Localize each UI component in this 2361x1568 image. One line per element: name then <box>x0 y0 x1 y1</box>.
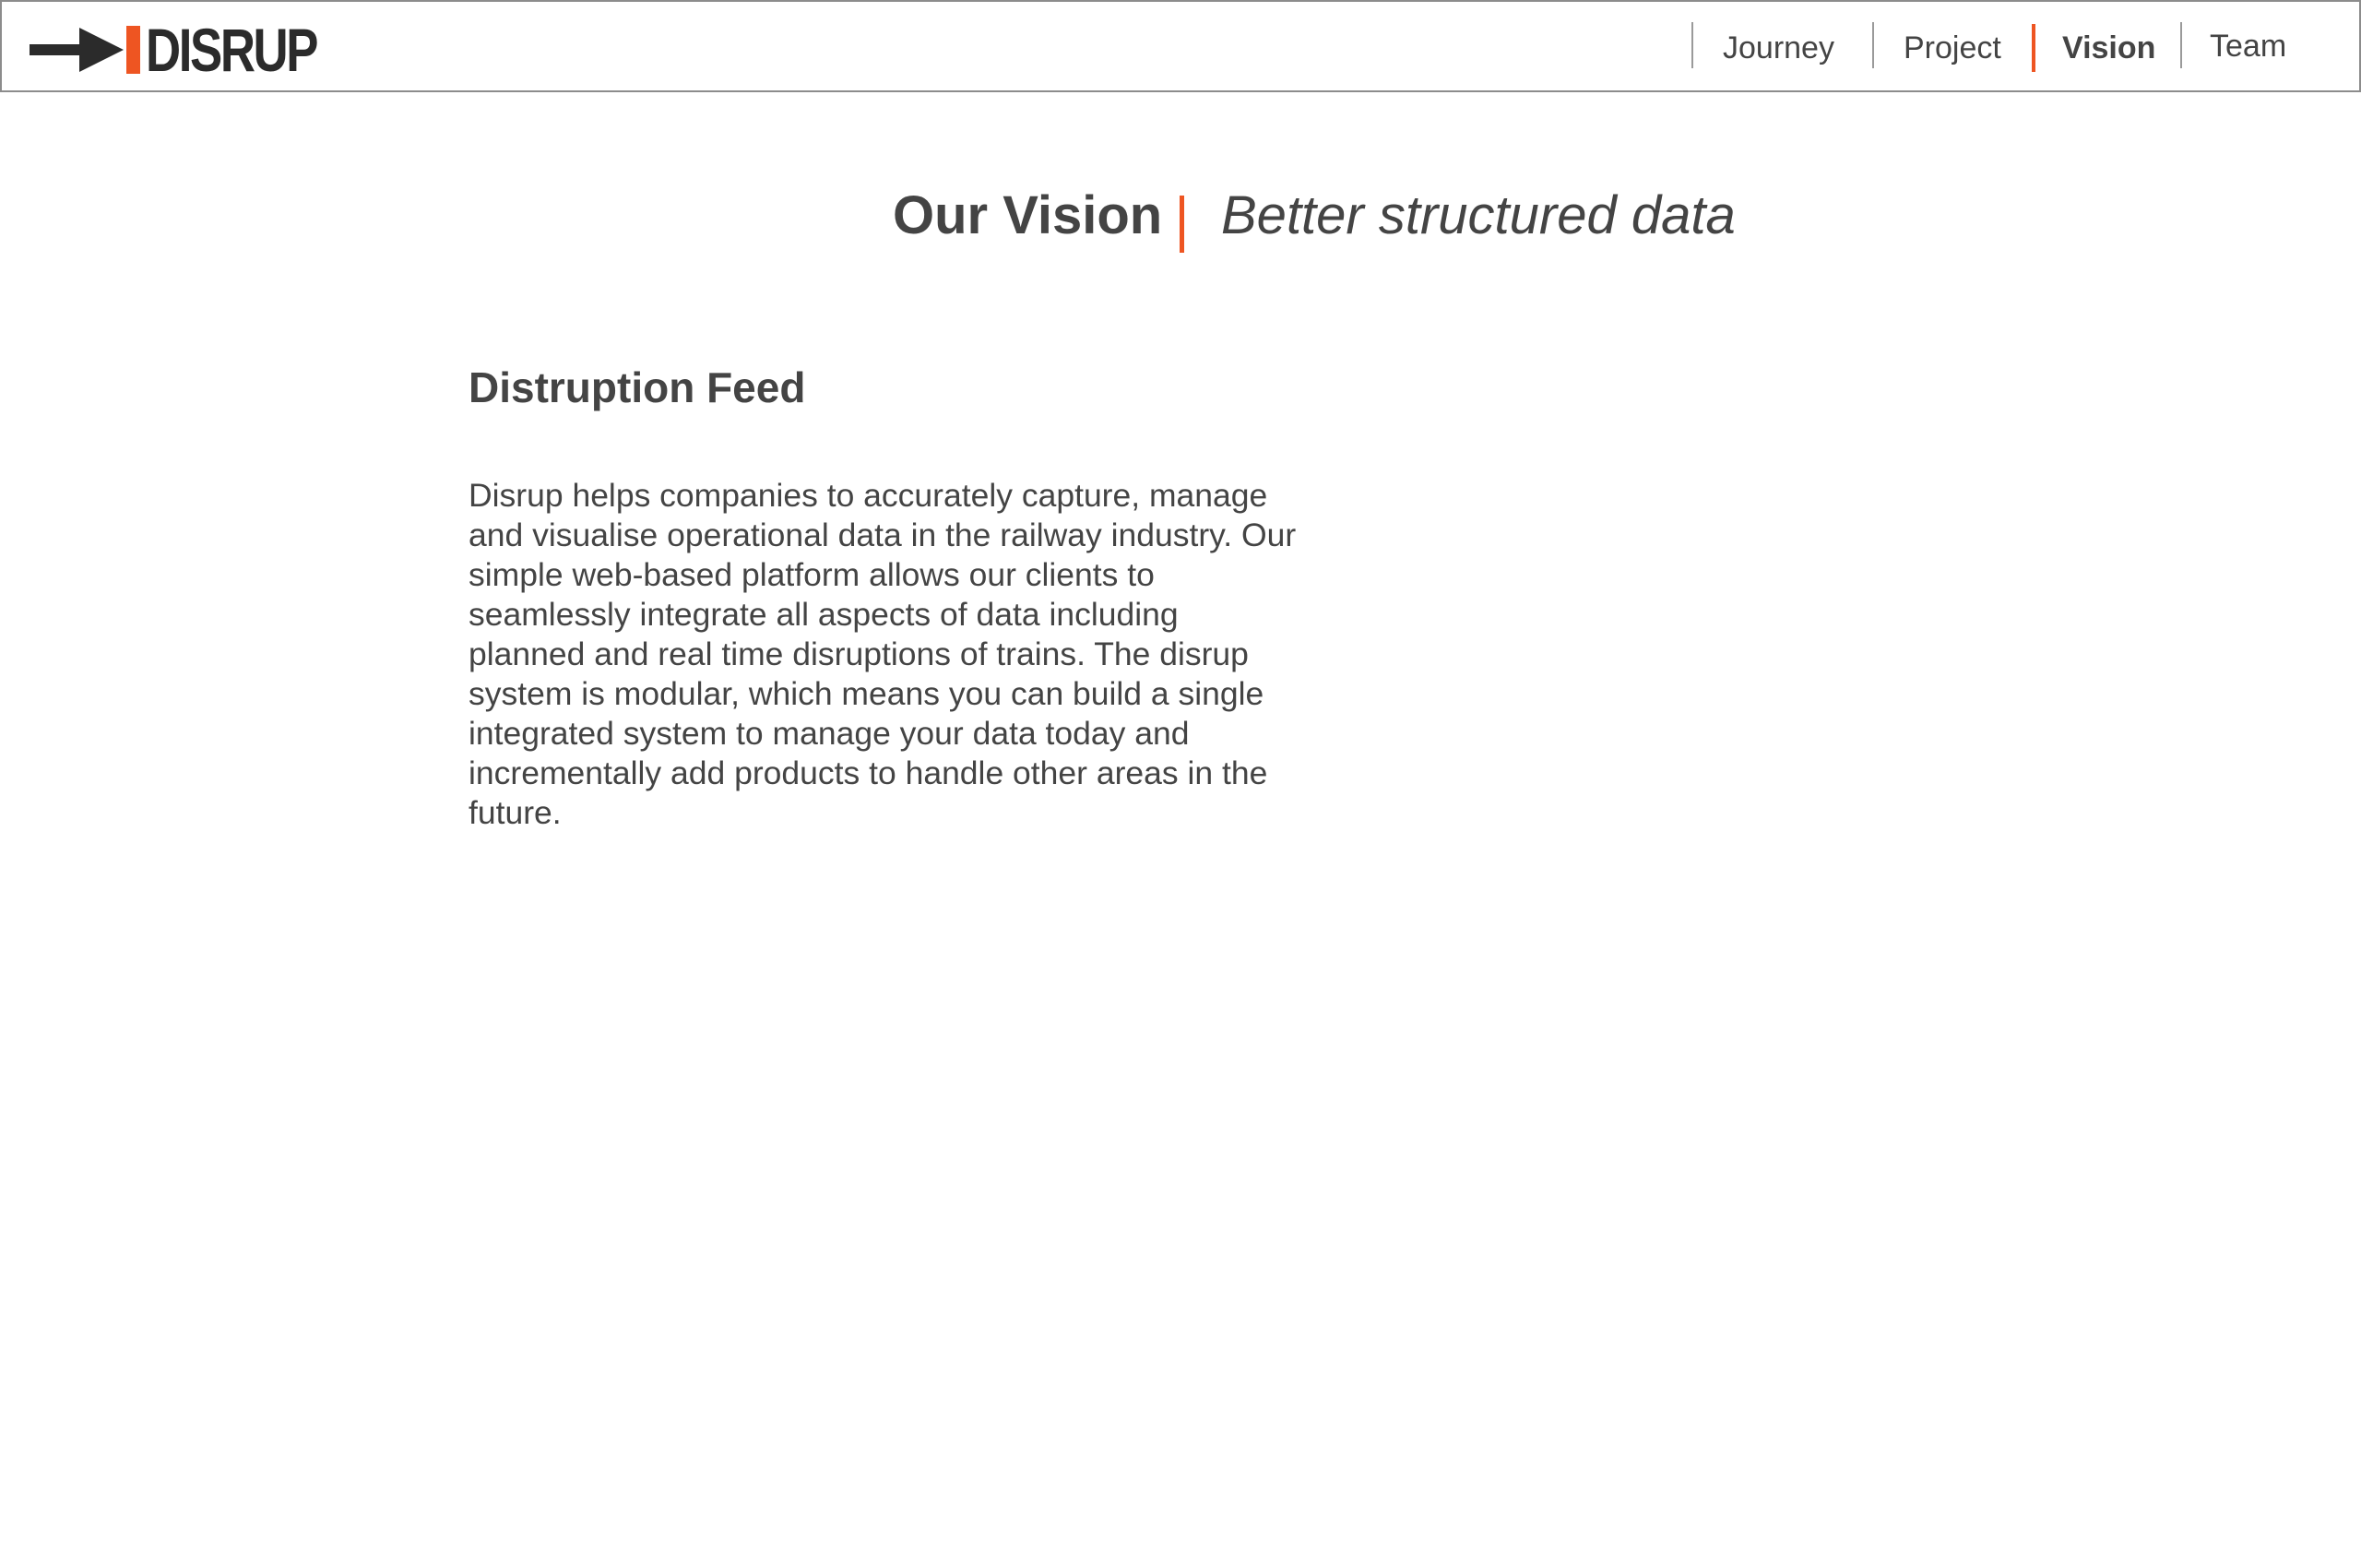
nav-separator <box>1691 22 1693 68</box>
nav-item-project[interactable]: Project <box>1904 28 2001 68</box>
title-divider <box>1180 196 1184 253</box>
nav-item-team[interactable]: Team <box>2210 26 2286 66</box>
section-body-text: Disrup helps companies to accurately cap… <box>469 477 1297 831</box>
hero-heading: Our Vision Better structured data <box>0 183 2361 256</box>
nav-separator <box>1872 22 1874 68</box>
section-heading: Distruption Feed <box>469 363 806 411</box>
nav-item-journey[interactable]: Journey <box>1723 28 1834 68</box>
page-title: Our Vision <box>893 185 1163 245</box>
nav-item-vision[interactable]: Vision <box>2062 28 2155 68</box>
main-nav: Journey Project Vision Team <box>2 2 2359 90</box>
nav-separator <box>2180 22 2182 68</box>
nav-active-indicator <box>2032 24 2035 72</box>
page-subtitle: Better structured data <box>1221 185 1736 245</box>
site-header: DISRUP Journey Project Vision Team <box>0 0 2361 92</box>
